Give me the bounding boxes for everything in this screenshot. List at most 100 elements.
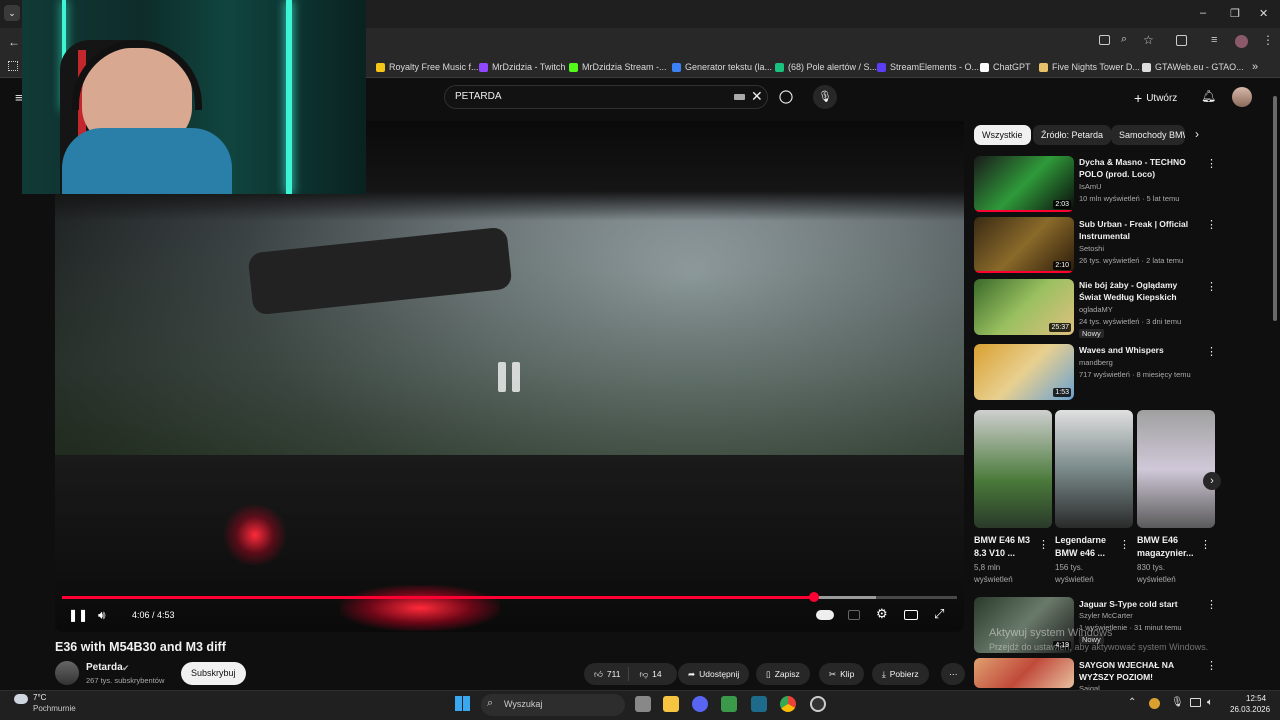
create-button[interactable]: + Utwórz: [1134, 90, 1177, 106]
volume-icon[interactable]: 🔊︎: [98, 608, 106, 623]
related-title[interactable]: Jaguar S-Type cold start: [1079, 598, 1199, 610]
network-icon[interactable]: [1190, 698, 1201, 707]
short-thumbnail[interactable]: [974, 410, 1052, 528]
maximize-button[interactable]: ❐: [1230, 7, 1240, 20]
short-thumbnail[interactable]: [1055, 410, 1133, 528]
short-title[interactable]: Legendarne BMW e46 ...: [1055, 534, 1121, 560]
chip-source[interactable]: Źródło: Petarda: [1033, 125, 1112, 145]
settings-gear-icon[interactable]: ⚙: [876, 606, 888, 622]
bookmark-item[interactable]: ChatGPT: [980, 60, 1031, 74]
related-channel[interactable]: mandberg: [1079, 358, 1113, 367]
related-title[interactable]: Waves and Whispers: [1079, 344, 1199, 356]
related-channel[interactable]: ogladaMY: [1079, 305, 1113, 314]
more-actions-icon[interactable]: ⋮: [1206, 345, 1217, 358]
bookmark-item[interactable]: MrDzidzia - Twitch: [479, 60, 565, 74]
short-title[interactable]: BMW E46 M3 8.3 V10 ...: [974, 534, 1040, 560]
user-avatar[interactable]: [1232, 87, 1252, 107]
autoplay-toggle[interactable]: [816, 610, 834, 620]
short-title[interactable]: BMW E46 magazynier...: [1137, 534, 1203, 560]
related-title[interactable]: SAYGON WJECHAŁ NA WYŻSZY POZIOM!: [1079, 659, 1199, 683]
related-thumbnail[interactable]: 2:03: [974, 156, 1074, 212]
microphone-icon[interactable]: 🎙︎: [1171, 697, 1184, 708]
theater-mode-icon[interactable]: [904, 610, 918, 620]
tray-app-icon[interactable]: [1149, 698, 1160, 709]
browser-menu-icon[interactable]: ⋮: [1262, 33, 1274, 47]
voice-search-icon[interactable]: 🎙: [813, 85, 837, 109]
short-thumbnail[interactable]: [1137, 410, 1215, 528]
chips-next-icon[interactable]: ›: [1195, 127, 1199, 141]
bookmark-item[interactable]: GTAWeb.eu - GTAO...: [1142, 60, 1244, 74]
related-channel[interactable]: IsAmU: [1079, 182, 1102, 191]
keyboard-icon[interactable]: [734, 94, 745, 100]
close-window-button[interactable]: ✕: [1259, 7, 1268, 20]
app-icon[interactable]: [721, 696, 737, 712]
discord-icon[interactable]: [692, 696, 708, 712]
page-scrollbar[interactable]: [1273, 96, 1277, 321]
chrome-icon[interactable]: [780, 696, 796, 712]
search-input[interactable]: PETARDA: [455, 91, 502, 102]
zoom-icon[interactable]: ⌕: [1121, 33, 1127, 46]
file-explorer-icon[interactable]: [663, 696, 679, 712]
bookmark-item[interactable]: Royalty Free Music f...: [376, 60, 479, 74]
profile-avatar[interactable]: [1235, 35, 1248, 48]
media-control-icon[interactable]: ≡: [1211, 34, 1217, 46]
install-app-icon[interactable]: [1099, 35, 1110, 45]
shorts-next-icon[interactable]: ›: [1203, 472, 1221, 490]
weather-desc[interactable]: Pochmurnie: [33, 704, 76, 713]
related-thumbnail[interactable]: [974, 658, 1074, 688]
more-actions-icon[interactable]: ⋮: [1206, 157, 1217, 170]
clip-button[interactable]: ✂ Klip: [819, 663, 865, 685]
dislike-button[interactable]: 👎︎ 14: [633, 663, 667, 685]
chip-bmw[interactable]: Samochody BMW: [1111, 125, 1185, 145]
more-actions-icon[interactable]: ⋮: [1206, 280, 1217, 293]
taskbar-search-label[interactable]: Wyszukaj: [504, 699, 542, 709]
search-icon[interactable]: [779, 90, 793, 104]
more-actions-icon[interactable]: ⋮: [1206, 598, 1217, 611]
clear-search-icon[interactable]: ✕: [751, 88, 763, 105]
related-title[interactable]: Dycha & Masno - TECHNO POLO (prod. Loco): [1079, 156, 1199, 180]
short-more-icon[interactable]: ⋮: [1200, 538, 1211, 551]
download-button[interactable]: ⤓ Pobierz: [872, 663, 929, 685]
related-thumbnail[interactable]: 1:53: [974, 344, 1074, 400]
fullscreen-icon[interactable]: ⤢: [934, 606, 944, 622]
related-channel[interactable]: Szyler McCarter: [1079, 611, 1133, 620]
related-channel[interactable]: Setoshi: [1079, 244, 1104, 253]
tray-overflow-icon[interactable]: ⌃: [1128, 697, 1136, 708]
channel-avatar[interactable]: [55, 661, 79, 685]
bookmark-item[interactable]: MrDzidzia Stream -...: [569, 60, 667, 74]
share-button[interactable]: ➦ Udostępnij: [678, 663, 750, 685]
bookmark-item[interactable]: (68) Pole alertów / S...: [775, 60, 877, 74]
speaker-icon[interactable]: 🔈︎: [1207, 697, 1213, 708]
minimize-button[interactable]: –: [1200, 7, 1206, 19]
apps-grid-icon[interactable]: [8, 61, 18, 71]
save-button[interactable]: ▯ Zapisz: [756, 663, 810, 685]
back-icon[interactable]: ←: [8, 35, 20, 49]
short-more-icon[interactable]: ⋮: [1038, 538, 1049, 551]
related-thumbnail[interactable]: 2:10: [974, 217, 1074, 273]
clock-date[interactable]: 26.03.2026: [1230, 705, 1270, 714]
subtitles-icon[interactable]: [848, 610, 860, 620]
notifications-bell-icon[interactable]: 🔔︎: [1201, 89, 1216, 103]
like-button[interactable]: 👍︎ 711: [584, 667, 630, 681]
pause-overlay-icon[interactable]: [498, 362, 522, 392]
clock-time[interactable]: 12:54: [1246, 694, 1266, 703]
taskbar-search[interactable]: [481, 694, 625, 716]
start-windows-icon[interactable]: [455, 696, 470, 711]
extensions-icon[interactable]: [1176, 35, 1187, 46]
more-actions-icon[interactable]: ⋮: [1206, 218, 1217, 231]
bookmark-item[interactable]: StreamElements - O...: [877, 60, 979, 74]
more-actions-button[interactable]: ⋯: [941, 663, 965, 685]
obs-icon[interactable]: [810, 696, 826, 712]
task-view-icon[interactable]: [635, 696, 651, 712]
short-more-icon[interactable]: ⋮: [1119, 538, 1130, 551]
bookmark-star-icon[interactable]: ☆: [1143, 33, 1154, 47]
more-bookmarks-icon[interactable]: »: [1252, 60, 1258, 74]
related-title[interactable]: Sub Urban - Freak | Official Instrumenta…: [1079, 218, 1199, 242]
related-thumbnail[interactable]: 25:37: [974, 279, 1074, 335]
bookmark-item[interactable]: Five Nights Tower D...: [1039, 60, 1140, 74]
channel-name[interactable]: Petarda: [86, 662, 123, 673]
subscribe-button[interactable]: Subskrybuj: [181, 662, 246, 685]
tab-search-button[interactable]: ⌄: [4, 5, 20, 21]
related-title[interactable]: Nie bój żaby - Oglądamy Świat Według Kie…: [1079, 279, 1199, 303]
pause-button[interactable]: ❚❚: [68, 608, 88, 622]
